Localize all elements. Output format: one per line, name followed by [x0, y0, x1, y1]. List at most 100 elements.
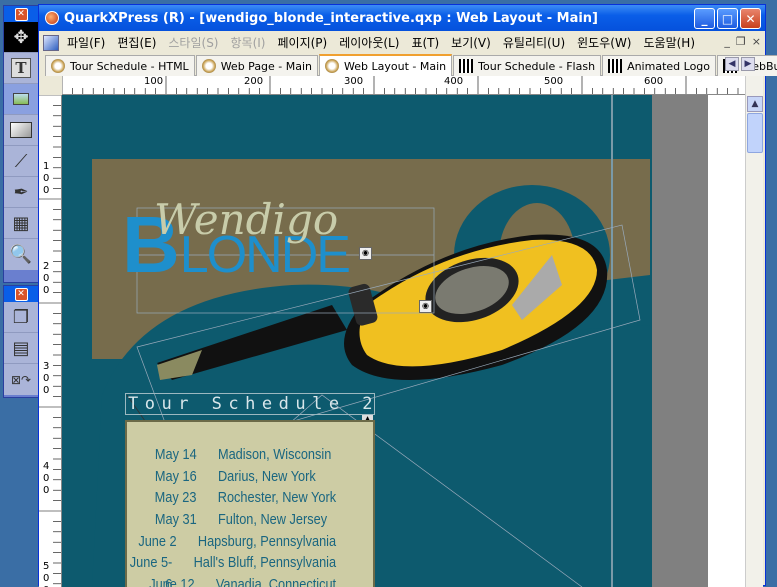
- tab-scroll-left-button[interactable]: ◀: [725, 57, 739, 71]
- tab-web-page-main[interactable]: Web Page - Main: [195, 55, 319, 76]
- pen-tool[interactable]: ✒: [4, 177, 38, 208]
- link-tool[interactable]: ⊠↷: [4, 364, 38, 395]
- doc-close-button[interactable]: ×: [752, 35, 761, 48]
- layout-canvas[interactable]: BLONDE Wendigo ◉ ◉ Tour Schedule 2006 ▲ …: [62, 95, 745, 587]
- tour-date: June 5-6: [129, 554, 173, 587]
- menu-item[interactable]: 항목(I): [225, 34, 272, 51]
- tab-tour-schedule-flash[interactable]: Tour Schedule - Flash: [453, 55, 602, 76]
- line-tool[interactable]: ⟋: [4, 146, 38, 177]
- menu-page[interactable]: 페이지(P): [271, 34, 333, 51]
- close-button[interactable]: ✕: [740, 8, 761, 29]
- move-tool[interactable]: ✥: [4, 22, 38, 53]
- vertical-scrollbar[interactable]: ▲: [745, 76, 763, 587]
- ruler-label: 400: [43, 461, 50, 496]
- text-content-tool[interactable]: T: [4, 53, 38, 84]
- tour-date: May 16: [154, 467, 197, 485]
- maximize-button[interactable]: □: [717, 8, 738, 29]
- table-tool[interactable]: ▦: [4, 208, 38, 239]
- tour-date: May 31: [154, 511, 197, 529]
- move-icon: ✥: [13, 26, 29, 48]
- ruler-label: 300: [344, 76, 364, 87]
- ruler-label: 400: [444, 76, 464, 87]
- tab-label: Web Page - Main: [220, 59, 313, 73]
- picture-content-tool[interactable]: [4, 84, 38, 115]
- tab-scroll-right-button[interactable]: ▶: [741, 57, 755, 71]
- tool-palette: ✕ ✥ T ⟋ ✒ ▦ 🔍: [3, 5, 39, 283]
- ruler-label: 600: [644, 76, 664, 87]
- tour-date: June 12: [149, 576, 195, 587]
- menu-window[interactable]: 윈도우(W): [571, 34, 637, 51]
- close-palette-button[interactable]: ✕: [14, 7, 28, 21]
- zoom-icon: 🔍: [9, 244, 33, 265]
- tour-date: May 23: [154, 489, 197, 507]
- tour-city: Vanadia, Connecticut: [215, 576, 337, 587]
- schedule-row: June 2 Hapsburg, Pennsylvania: [127, 531, 336, 553]
- list-icon: ▤: [12, 337, 30, 359]
- document-icon[interactable]: [43, 34, 59, 51]
- tab-label: Tour Schedule - Flash: [478, 59, 596, 73]
- ruler-label: 200: [244, 76, 264, 87]
- box-tool[interactable]: [4, 115, 38, 146]
- menu-view[interactable]: 보기(V): [445, 34, 497, 51]
- tab-tour-schedule-html[interactable]: Tour Schedule - HTML: [45, 55, 195, 76]
- menu-edit[interactable]: 편집(E): [111, 34, 162, 51]
- menu-utilities[interactable]: 유틸리티(U): [497, 34, 571, 51]
- flash-icon: [608, 59, 623, 73]
- ruler-label: 500: [43, 561, 50, 587]
- list-tool[interactable]: ▤: [4, 333, 38, 364]
- picture-box-marker-icon[interactable]: ◉: [359, 247, 372, 260]
- ruler-label: 500: [544, 76, 564, 87]
- schedule-title[interactable]: Tour Schedule 2006: [125, 393, 375, 415]
- scroll-thumb[interactable]: [747, 113, 763, 153]
- web-tool-palette: ✕ ❐ ▤ ⊠↷: [3, 285, 39, 398]
- horizontal-ruler[interactable]: 100 200 300 400 500 600: [62, 76, 745, 95]
- document-window: QuarkXPress (R) - [wendigo_blonde_intera…: [38, 4, 777, 587]
- ruler-label: 300: [43, 361, 50, 396]
- table-icon: ▦: [12, 212, 30, 234]
- menu-file[interactable]: 파일(F): [61, 34, 111, 51]
- menu-table[interactable]: 표(T): [405, 34, 445, 51]
- menu-layout[interactable]: 레이아웃(L): [333, 34, 405, 51]
- tab-web-layout-main[interactable]: Web Layout - Main: [319, 54, 453, 76]
- schedule-table[interactable]: May 14 Madison, Wisconsin May 16 Darius, Ne…: [125, 420, 375, 587]
- tour-city: Hall's Bluff, Pennsylvania: [193, 554, 337, 572]
- tab-animated-logo[interactable]: Animated Logo: [602, 55, 717, 76]
- schedule-row: May 16 Darius, New York: [127, 466, 336, 488]
- line-icon: ⟋: [14, 150, 28, 172]
- menu-help[interactable]: 도움말(H): [638, 34, 702, 51]
- doc-minimize-button[interactable]: _: [724, 35, 730, 48]
- layers-tool[interactable]: ❐: [4, 302, 38, 333]
- minimize-button[interactable]: _: [694, 8, 715, 29]
- box-icon: [10, 122, 32, 138]
- title-bar: QuarkXPress (R) - [wendigo_blonde_intera…: [39, 5, 765, 31]
- tour-city: Fulton, New Jersey: [217, 511, 328, 529]
- tour-city: Madison, Wisconsin: [217, 446, 332, 463]
- zoom-tool[interactable]: 🔍: [4, 239, 38, 270]
- close-palette-button[interactable]: ✕: [14, 287, 28, 301]
- ruler-label: 100: [144, 76, 164, 87]
- tour-city: Hapsburg, Pennsylvania: [197, 532, 337, 550]
- tab-label: Tour Schedule - HTML: [70, 59, 189, 73]
- text-content-icon: T: [11, 58, 31, 78]
- tab-label: Web Layout - Main: [344, 59, 447, 73]
- ruler-label: 100: [43, 161, 50, 196]
- scroll-up-button[interactable]: ▲: [747, 96, 763, 112]
- schedule-row: May 31 Fulton, New Jersey: [127, 509, 336, 531]
- web-icon: [325, 59, 340, 73]
- menu-bar: 파일(F) 편집(E) 스타일(S) 항목(I) 페이지(P) 레이아웃(L) …: [39, 32, 765, 53]
- ruler-label: 200: [43, 261, 50, 296]
- vertical-ruler[interactable]: 100 200 300 400 500: [39, 95, 62, 587]
- layout-tabs: Tour Schedule - HTML Web Page - Main Web…: [45, 54, 777, 76]
- doc-restore-button[interactable]: ❐: [736, 35, 746, 48]
- menu-style[interactable]: 스타일(S): [162, 34, 224, 51]
- schedule-row: June 12 Vanadia, Connecticut: [127, 574, 336, 587]
- schedule-row: May 23 Rochester, New York: [127, 487, 336, 509]
- schedule-row: June 5-6 Hall's Bluff, Pennsylvania: [127, 552, 337, 587]
- picture-box-marker-icon[interactable]: ◉: [419, 300, 432, 313]
- link-icon: ⊠↷: [10, 372, 32, 387]
- web-icon: [201, 59, 216, 73]
- picture-content-icon: [13, 93, 29, 105]
- tour-city: Rochester, New York: [217, 489, 337, 507]
- tab-label: Animated Logo: [627, 59, 711, 73]
- web-icon: [51, 59, 65, 73]
